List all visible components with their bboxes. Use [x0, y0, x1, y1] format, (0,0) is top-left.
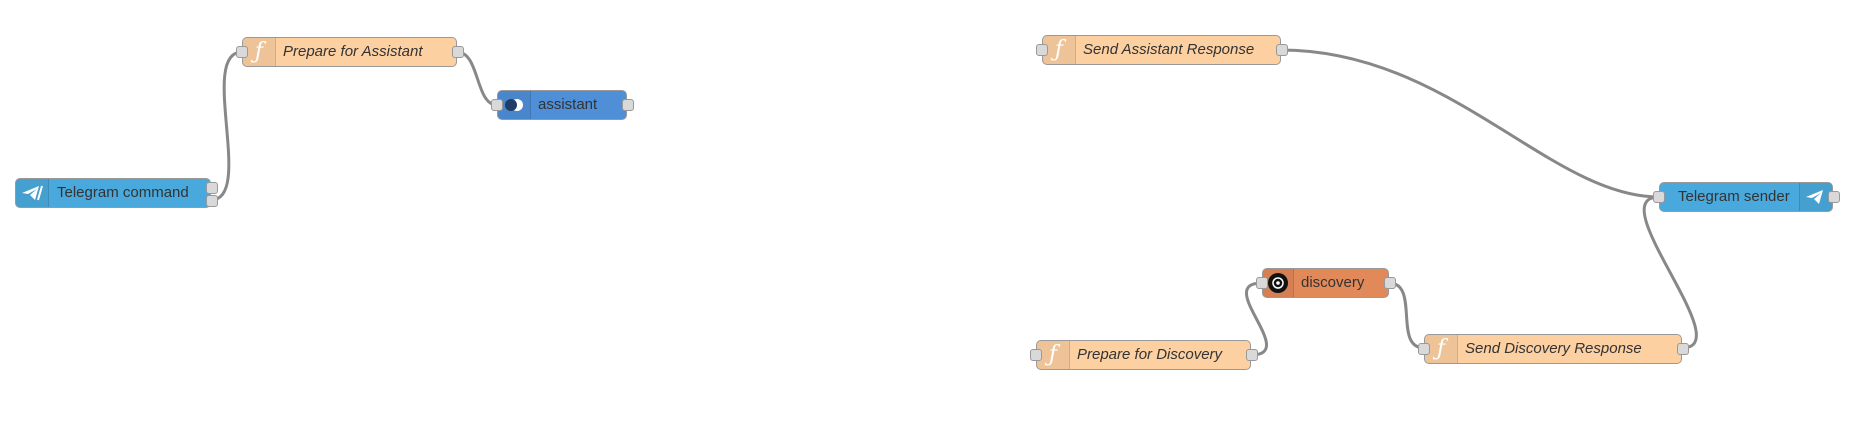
node-discovery[interactable]: discovery	[1256, 268, 1396, 298]
wire-telegram-command-to-prepare-assistant	[210, 50, 243, 202]
node-assistant[interactable]: assistant	[491, 90, 634, 120]
node-send-discovery-response[interactable]: ƒ Send Discovery Response	[1418, 334, 1689, 364]
output-port[interactable]	[1246, 349, 1258, 361]
output-port-1[interactable]	[206, 182, 218, 194]
node-prepare-for-assistant[interactable]: ƒ Prepare for Assistant	[236, 37, 464, 67]
node-telegram-sender[interactable]: Telegram sender	[1653, 182, 1840, 212]
node-label: assistant	[538, 96, 598, 113]
node-label: Send Assistant Response	[1083, 41, 1255, 58]
node-label: discovery	[1301, 274, 1365, 291]
node-label: Telegram sender	[1678, 188, 1790, 205]
output-port-2[interactable]	[206, 195, 218, 207]
output-port[interactable]	[452, 46, 464, 58]
output-port[interactable]	[1677, 343, 1689, 355]
node-telegram-command[interactable]: Telegram command	[15, 178, 218, 208]
input-port[interactable]	[491, 99, 503, 111]
input-port[interactable]	[236, 46, 248, 58]
output-port[interactable]	[1276, 44, 1288, 56]
flow-canvas[interactable]: Telegram command ƒ Prepare for Assistant…	[0, 0, 1852, 424]
wire-discovery-to-send-discovery-response	[1388, 281, 1425, 350]
telegram-icon	[16, 179, 49, 207]
node-prepare-for-discovery[interactable]: ƒ Prepare for Discovery	[1030, 340, 1258, 370]
node-send-assistant-response[interactable]: ƒ Send Assistant Response	[1036, 35, 1288, 65]
output-port[interactable]	[622, 99, 634, 111]
input-port[interactable]	[1653, 191, 1665, 203]
input-port[interactable]	[1036, 44, 1048, 56]
wire-send-assistant-response-to-telegram-sender	[1280, 48, 1660, 199]
node-label: Prepare for Assistant	[283, 43, 423, 60]
wire-telegram-sender-to-send-discovery-response	[1642, 195, 1698, 350]
node-label: Prepare for Discovery	[1077, 346, 1223, 363]
input-port[interactable]	[1030, 349, 1042, 361]
output-port[interactable]	[1828, 191, 1840, 203]
input-port[interactable]	[1256, 277, 1268, 289]
output-port[interactable]	[1384, 277, 1396, 289]
wire-prepare-assistant-to-assistant	[456, 50, 498, 107]
node-label: Send Discovery Response	[1465, 340, 1642, 357]
node-label: Telegram command	[57, 184, 189, 201]
input-port[interactable]	[1418, 343, 1430, 355]
